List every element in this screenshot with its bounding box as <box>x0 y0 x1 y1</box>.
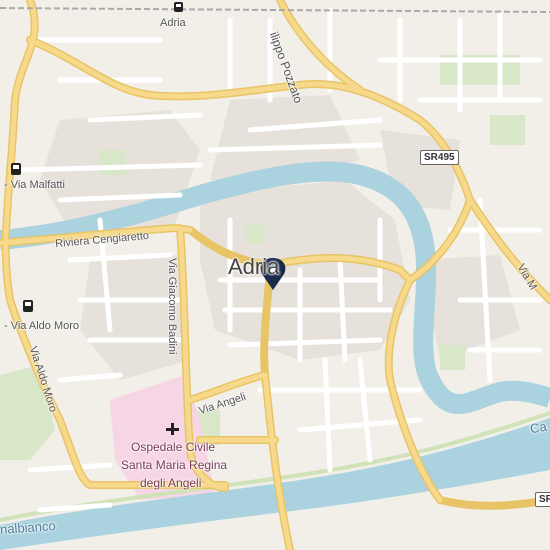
hospital-label-line2: Santa Maria Regina <box>121 458 228 472</box>
station-label: Adria <box>160 17 186 29</box>
hospital-label-line1: Ospedale Civile <box>131 440 216 454</box>
hospital-label-line3: degli Angeli <box>140 476 202 490</box>
road-shield-sr495: SR495 <box>420 150 459 165</box>
city-label: Adria <box>228 254 280 279</box>
train-icon <box>174 2 183 12</box>
map-canvas[interactable]: Adria Adria ilippo Pozzato Riviera Cengi… <box>0 0 550 550</box>
bus-icon <box>23 300 33 312</box>
bus-stop-label-malfatti: - Via Malfatti <box>4 179 65 191</box>
bus-stop-label-aldo-moro: - Via Aldo Moro <box>4 320 80 332</box>
bus-icon <box>11 163 21 175</box>
canal-label-right: Ca <box>528 418 548 437</box>
street-label-badini: Via Giacomo Badini <box>166 258 178 355</box>
road-shield-sr: SR <box>535 492 550 507</box>
